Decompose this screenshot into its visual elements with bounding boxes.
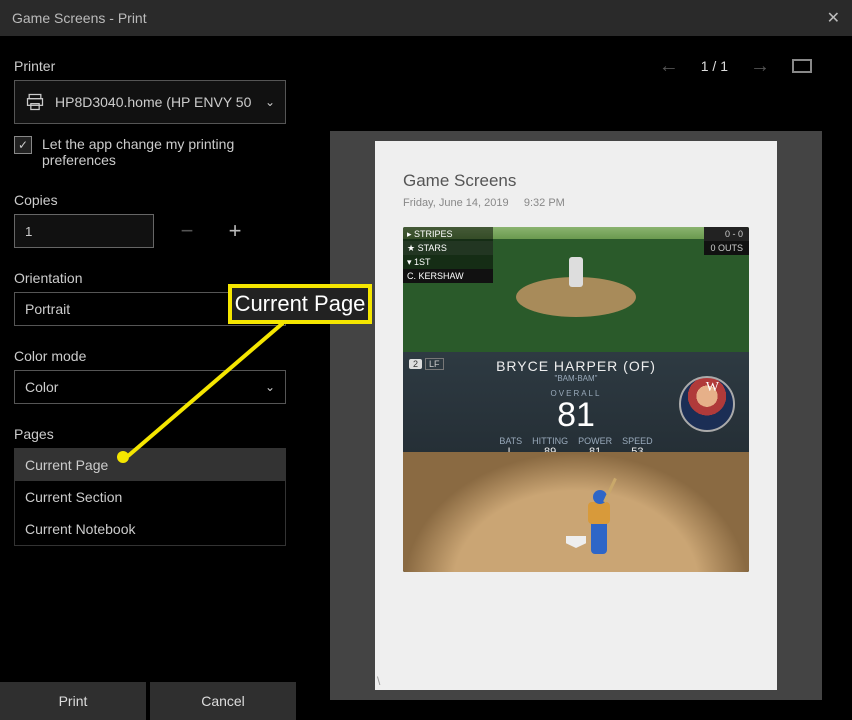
page-corner-mark: \ [377, 674, 380, 688]
color-mode-label: Color mode [14, 348, 286, 364]
cap-logo: W [706, 380, 719, 396]
outs: 0 OUTS [704, 241, 749, 255]
color-mode-selected: Color [25, 379, 58, 395]
pages-option-current-notebook[interactable]: Current Notebook [15, 513, 285, 545]
window-title: Game Screens - Print [12, 10, 147, 26]
prev-page-arrow-icon[interactable]: ← [659, 55, 679, 78]
preview-page: Game Screens Friday, June 14, 2019 9:32 … [375, 141, 777, 690]
chevron-down-icon: ⌄ [265, 380, 275, 394]
pages-option-current-section[interactable]: Current Section [15, 481, 285, 513]
fullscreen-icon[interactable] [792, 59, 812, 73]
annotation-callout: Current Page [228, 284, 372, 324]
color-mode-dropdown[interactable]: Color ⌄ [14, 370, 286, 404]
next-page-arrow-icon[interactable]: → [750, 55, 770, 78]
score: 0 - 0 [704, 227, 749, 241]
pitcher-name: C. KERSHAW [407, 271, 464, 281]
preferences-checkbox[interactable]: ✓ [14, 136, 32, 154]
preferences-checkbox-label: Let the app change my printing preferenc… [42, 136, 262, 168]
pages-option-label: Current Section [25, 489, 122, 505]
pages-option-label: Current Page [25, 457, 108, 473]
doc-title: Game Screens [375, 141, 777, 197]
close-icon[interactable]: ✕ [827, 8, 840, 28]
game-screenshot-preview: ▸ STRIPES ★ STARS ▾ 1ST C. KERSHAW 0 - 0… [403, 227, 749, 572]
pages-label: Pages [14, 426, 286, 442]
printer-selected-name: HP8D3040.home (HP ENVY 50 [55, 94, 265, 110]
pages-dropdown-open[interactable]: Current Page Current Section Current Not… [14, 448, 286, 546]
inning: 1ST [414, 257, 431, 267]
annotation-callout-text: Current Page [235, 291, 366, 317]
copies-input[interactable] [14, 214, 154, 248]
copies-label: Copies [14, 192, 286, 208]
away-team: STRIPES [414, 229, 453, 239]
pages-option-current-page[interactable]: Current Page [15, 449, 285, 481]
position-badge: 2 LF [409, 358, 444, 370]
printer-label: Printer [14, 58, 286, 74]
printer-dropdown[interactable]: HP8D3040.home (HP ENVY 50 ⌄ [14, 80, 286, 124]
doc-meta: Friday, June 14, 2019 9:32 PM [375, 197, 777, 209]
player-name: BRYCE HARPER (OF) [403, 352, 749, 374]
print-preview-area: Game Screens Friday, June 14, 2019 9:32 … [330, 131, 822, 700]
home-team: STARS [418, 243, 447, 253]
print-button[interactable]: Print [0, 682, 146, 720]
chevron-down-icon: ⌄ [265, 95, 275, 109]
copies-decrement[interactable]: − [172, 218, 202, 244]
orientation-selected: Portrait [25, 301, 70, 317]
copies-increment[interactable]: + [220, 218, 250, 244]
pages-option-label: Current Notebook [25, 521, 136, 537]
page-indicator: 1 / 1 [701, 58, 728, 74]
doc-meta-date: Friday, June 14, 2019 [403, 197, 509, 209]
doc-meta-time: 9:32 PM [524, 197, 565, 209]
cancel-button-label: Cancel [201, 693, 245, 709]
batter-figure [583, 484, 619, 554]
printer-icon [25, 92, 45, 112]
cancel-button[interactable]: Cancel [150, 682, 296, 720]
print-button-label: Print [59, 693, 88, 709]
